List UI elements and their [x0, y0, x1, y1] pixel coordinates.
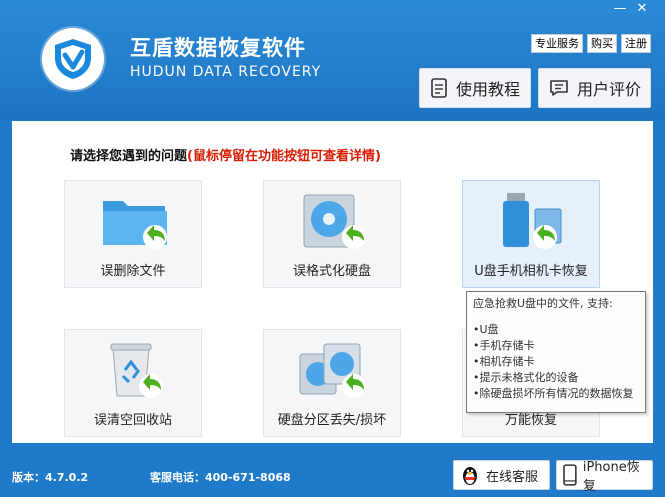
shield-logo-icon: [55, 39, 91, 79]
recycle-bin-restore-icon: [110, 343, 163, 398]
user-review-label: 用户评价: [577, 80, 642, 99]
iphone-recovery-button[interactable]: iPhone恢复: [556, 460, 653, 494]
phone-icon: [563, 464, 577, 486]
prompt-label: 请选择您遇到的问题: [70, 149, 188, 164]
tooltip-item: •提示未格式化的设备: [473, 371, 579, 384]
iphone-recovery-label: iPhone恢复: [582, 460, 640, 494]
tile-deleted-files[interactable]: 误删除文件: [64, 180, 202, 288]
tile-label: 硬盘分区丢失/损坏: [277, 413, 387, 428]
comment-icon: [550, 80, 568, 96]
qq-penguin-icon: [463, 467, 477, 485]
main-panel: 请选择您遇到的问题(鼠标停留在功能按钮可查看详情) 误删除文件 误格式化硬盘 U…: [12, 121, 653, 443]
tile-partition[interactable]: 硬盘分区丢失/损坏: [263, 329, 401, 437]
tile-label: 误格式化硬盘: [292, 264, 371, 279]
tile-label: 误清空回收站: [93, 413, 172, 428]
tile-usb-card[interactable]: U盘手机相机卡恢复: [462, 180, 600, 288]
prompt-text: 请选择您遇到的问题(鼠标停留在功能按钮可查看详情): [70, 145, 381, 164]
minimize-button[interactable]: —: [611, 2, 629, 16]
pro-service-link[interactable]: 专业服务: [531, 34, 583, 53]
tooltip-title: 应急抢救U盘中的文件, 支持:: [473, 297, 613, 310]
tooltip-item: •除硬盘损坏所有情况的数据恢复: [473, 387, 634, 400]
usb-card-restore-icon: [503, 193, 562, 249]
tooltip-item: •U盘: [473, 323, 499, 336]
tutorial-label: 使用教程: [456, 80, 521, 99]
tile-label: 误删除文件: [100, 264, 166, 279]
hard-disk-restore-icon: [303, 194, 366, 249]
usb-tooltip: 应急抢救U盘中的文件, 支持: •U盘 •手机存储卡 •相机存储卡 •提示未格式…: [466, 291, 646, 413]
tile-recycle-bin[interactable]: 误清空回收站: [64, 329, 202, 437]
tile-formatted-disk[interactable]: 误格式化硬盘: [263, 180, 401, 288]
app-logo: [42, 28, 104, 90]
online-service-label: 在线客服: [486, 469, 539, 485]
buy-link[interactable]: 购买: [587, 34, 617, 53]
tutorial-button[interactable]: 使用教程: [419, 68, 531, 108]
tooltip-item: •相机存储卡: [473, 355, 535, 368]
app-window: — ✕ 互盾数据恢复软件 HUDUN DATA RECOVERY 专业服务 购买…: [0, 0, 665, 497]
partition-restore-icon: [299, 343, 366, 398]
service-phone: 客服电话：400-671-8068: [150, 471, 291, 484]
folder-restore-icon: [103, 201, 167, 249]
user-review-button[interactable]: 用户评价: [538, 68, 651, 108]
tile-label: U盘手机相机卡恢复: [474, 264, 588, 279]
title-bar: — ✕ 互盾数据恢复软件 HUDUN DATA RECOVERY 专业服务 购买…: [0, 0, 665, 120]
online-service-button[interactable]: 在线客服: [453, 460, 550, 490]
app-subtitle: HUDUN DATA RECOVERY: [130, 64, 322, 80]
status-bar: 版本：4.7.0.2 客服电话：400-671-8068 在线客服 iPhone…: [0, 443, 665, 497]
document-icon: [431, 78, 447, 98]
register-link[interactable]: 注册: [621, 34, 651, 53]
version-text: 版本：4.7.0.2: [12, 471, 89, 484]
tooltip-item: •手机存储卡: [473, 339, 535, 352]
close-button[interactable]: ✕: [633, 2, 651, 16]
app-title: 互盾数据恢复软件: [130, 36, 306, 60]
prompt-hint: (鼠标停留在功能按钮可查看详情): [187, 149, 381, 164]
top-links: 专业服务 购买 注册: [531, 34, 651, 53]
